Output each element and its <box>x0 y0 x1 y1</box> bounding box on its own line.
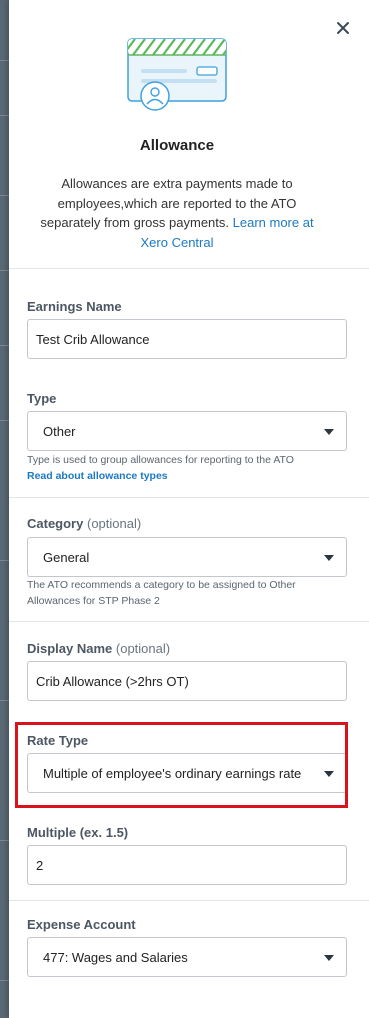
expense-account-value: 477: Wages and Salaries <box>43 949 188 965</box>
display-name-group: Display Name (optional) Crib Allowance (… <box>27 641 347 701</box>
panel-description: Allowances are extra payments made to em… <box>31 174 323 252</box>
expense-account-label: Expense Account <box>27 917 136 932</box>
close-button[interactable] <box>333 18 353 38</box>
allowance-panel: Allowance Allowances are extra payments … <box>9 0 369 1018</box>
category-group: Category (optional) General The ATO reco… <box>27 516 347 607</box>
type-select[interactable]: Other <box>27 411 347 451</box>
background-page-edge <box>0 0 9 1018</box>
divider <box>9 268 369 269</box>
earnings-name-field[interactable]: Test Crib Allowance <box>27 319 347 359</box>
display-name-label-text: Display Name <box>27 641 113 656</box>
chevron-down-icon <box>324 555 334 561</box>
category-label-text: Category <box>27 516 84 531</box>
category-select[interactable]: General <box>27 537 347 577</box>
type-value: Other <box>43 423 76 439</box>
type-group: Type Other Type is used to group allowan… <box>27 391 347 482</box>
multiple-label: Multiple (ex. 1.5) <box>27 825 129 840</box>
category-value: General <box>43 549 90 565</box>
earnings-name-value: Test Crib Allowance <box>36 331 150 347</box>
divider <box>9 497 369 498</box>
display-name-label: Display Name (optional) <box>27 641 347 656</box>
multiple-field[interactable]: 2 <box>27 845 347 885</box>
earnings-name-label: Earnings Name <box>27 299 122 314</box>
display-name-optional-text: (optional) <box>115 641 171 656</box>
earnings-name-group: Earnings Name Test Crib Allowance <box>27 299 347 359</box>
chevron-down-icon <box>324 429 334 435</box>
divider <box>9 621 369 622</box>
chevron-down-icon <box>324 955 334 961</box>
category-optional-text: (optional) <box>86 516 142 531</box>
allowance-card-illustration <box>127 38 227 111</box>
display-name-field[interactable]: Crib Allowance (>2hrs OT) <box>27 661 347 701</box>
divider <box>9 900 369 901</box>
category-label: Category (optional) <box>27 516 347 531</box>
category-help-text: The ATO recommends a category to be assi… <box>27 579 296 607</box>
display-name-value: Crib Allowance (>2hrs OT) <box>36 673 189 689</box>
expense-account-select[interactable]: 477: Wages and Salaries <box>27 937 347 977</box>
type-label: Type <box>27 391 57 406</box>
expense-account-group: Expense Account 477: Wages and Salaries <box>27 917 347 977</box>
allowance-types-link[interactable]: Read about allowance types <box>27 470 168 482</box>
type-help-text: Type is used to group allowances for rep… <box>27 454 294 466</box>
multiple-value: 2 <box>36 857 44 873</box>
rate-type-highlight <box>15 722 348 808</box>
multiple-group: Multiple (ex. 1.5) 2 <box>27 825 347 885</box>
close-icon <box>337 22 349 34</box>
panel-title: Allowance <box>139 137 215 154</box>
